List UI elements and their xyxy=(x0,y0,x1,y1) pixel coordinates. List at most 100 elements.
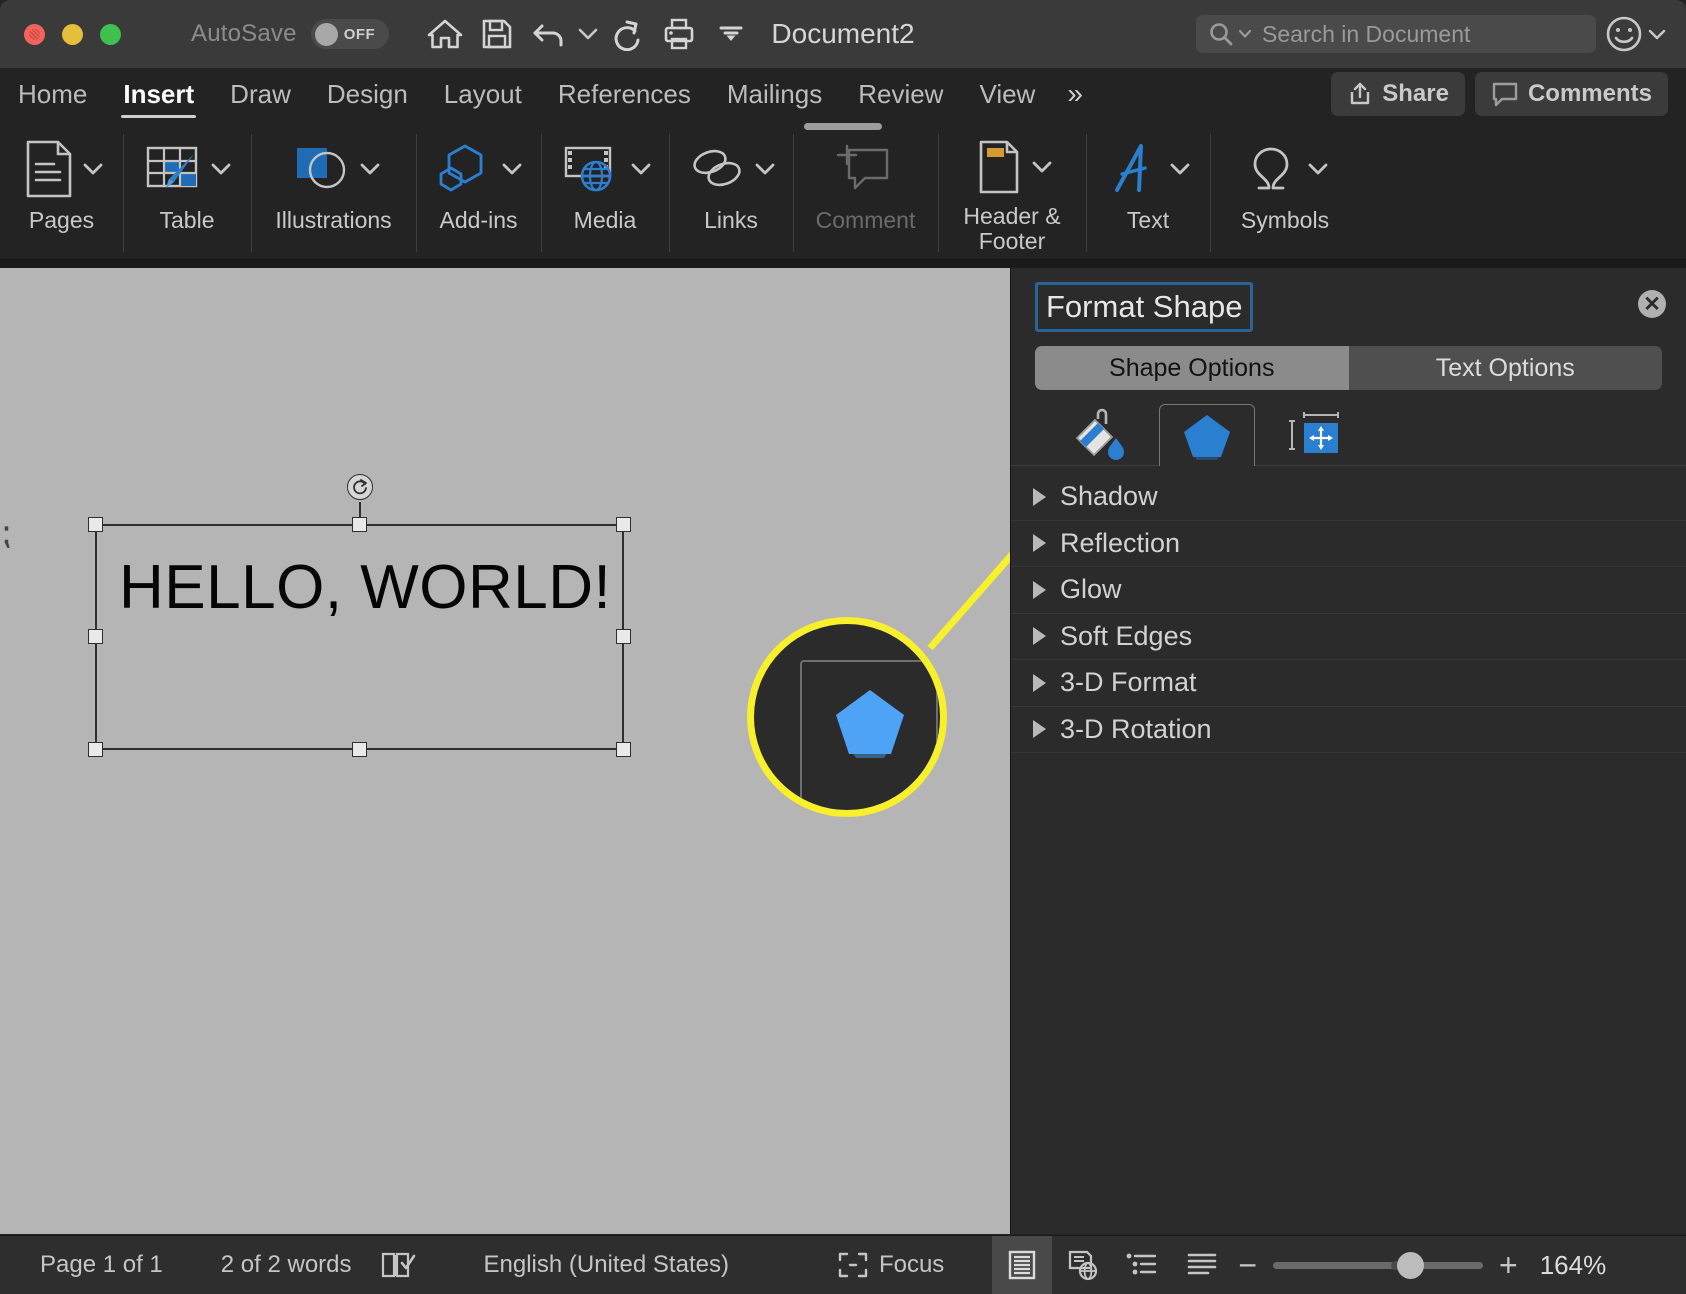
draft-view-icon[interactable] xyxy=(1172,1236,1232,1294)
redo-icon[interactable] xyxy=(601,8,653,60)
proofing-check-icon[interactable] xyxy=(366,1236,430,1294)
text-icon xyxy=(1115,144,1147,192)
chevron-right-icon xyxy=(1033,720,1046,739)
ribbon-group-illustrations[interactable]: Illustrations xyxy=(251,120,416,260)
magnifier-callout xyxy=(747,617,947,817)
tab-home[interactable]: Home xyxy=(0,68,105,120)
pages-icon xyxy=(26,140,71,198)
resize-handle-middle-right[interactable] xyxy=(616,629,631,644)
resize-handle-middle-left[interactable] xyxy=(88,629,103,644)
links-icon xyxy=(693,149,741,187)
close-icon[interactable]: ✕ xyxy=(1638,290,1666,318)
effect-row-reflection[interactable]: Reflection xyxy=(1011,521,1686,567)
quick-access-toolbar xyxy=(419,8,757,60)
ribbon-group-text[interactable]: Text xyxy=(1086,120,1210,260)
comments-button[interactable]: Comments xyxy=(1474,72,1668,116)
chevron-down-icon xyxy=(502,163,521,174)
tab-view[interactable]: View xyxy=(961,68,1053,120)
ribbon-group-media[interactable]: Media xyxy=(541,120,669,260)
zoom-level-label[interactable]: 164% xyxy=(1540,1250,1607,1281)
tab-text-options[interactable]: Text Options xyxy=(1349,346,1663,390)
autosave-state-label: OFF xyxy=(343,25,376,43)
chevron-right-icon xyxy=(1033,673,1046,692)
tab-references[interactable]: References xyxy=(540,68,709,120)
autosave-toggle[interactable]: OFF xyxy=(310,19,389,49)
chevron-down-icon xyxy=(1032,161,1052,173)
ribbon-group-addins[interactable]: Add-ins xyxy=(416,120,541,260)
tab-design[interactable]: Design xyxy=(309,68,426,120)
undo-dropdown-icon[interactable] xyxy=(575,27,601,41)
resize-handle-top-center[interactable] xyxy=(351,517,367,532)
panel-title: Format Shape xyxy=(1035,282,1254,332)
print-icon[interactable] xyxy=(653,8,705,60)
fill-line-icon[interactable] xyxy=(1051,404,1147,466)
page-count[interactable]: Page 1 of 1 xyxy=(26,1236,177,1294)
outline-view-icon[interactable] xyxy=(1112,1236,1172,1294)
minimize-button[interactable] xyxy=(62,23,83,45)
effect-row-3d-rotation[interactable]: 3-D Rotation xyxy=(1011,707,1686,753)
panel-icon-tabs xyxy=(1011,390,1686,466)
text-box-content[interactable]: HELLO, WORLD! xyxy=(119,552,611,623)
undo-icon[interactable] xyxy=(523,8,575,60)
ribbon-group-symbols[interactable]: Symbols xyxy=(1210,120,1360,260)
tab-draw[interactable]: Draw xyxy=(212,68,309,120)
tab-layout[interactable]: Layout xyxy=(426,68,540,120)
chevron-down-icon xyxy=(631,163,651,174)
ribbon-group-comment[interactable]: Comment xyxy=(793,120,938,260)
effect-row-soft-edges[interactable]: Soft Edges xyxy=(1011,614,1686,660)
word-count[interactable]: 2 of 2 words xyxy=(207,1236,366,1294)
language-indicator[interactable]: English (United States) xyxy=(470,1236,743,1294)
effect-row-shadow[interactable]: Shadow xyxy=(1011,474,1686,521)
save-icon[interactable] xyxy=(471,8,523,60)
focus-label: Focus xyxy=(878,1251,945,1278)
effects-pentagon-icon[interactable] xyxy=(1159,404,1255,466)
ribbon-group-pages[interactable]: Pages xyxy=(0,120,123,260)
ribbon-group-header-footer[interactable]: Header & Footer xyxy=(938,120,1086,260)
comments-label: Comments xyxy=(1527,80,1652,107)
share-button[interactable]: Share xyxy=(1331,72,1465,116)
resize-handle-top-right[interactable] xyxy=(616,517,631,532)
customize-toolbar-icon[interactable] xyxy=(705,8,757,60)
search-input[interactable]: Search in Document xyxy=(1196,15,1596,53)
ribbon-group-label: Pages xyxy=(28,207,95,233)
tab-review[interactable]: Review xyxy=(840,68,961,120)
tab-shape-options[interactable]: Shape Options xyxy=(1035,346,1349,390)
search-scope-chevron-icon xyxy=(1238,29,1252,38)
zoom-slider-knob[interactable] xyxy=(1397,1251,1424,1279)
selected-text-box[interactable]: HELLO, WORLD! xyxy=(88,474,631,757)
zoom-slider[interactable] xyxy=(1273,1251,1483,1279)
effects-list: Shadow Reflection Glow Soft Edges 3-D Fo… xyxy=(1011,474,1686,753)
rotate-handle[interactable] xyxy=(346,474,373,500)
effect-row-3d-format[interactable]: 3-D Format xyxy=(1011,660,1686,707)
zoom-out-button[interactable]: − xyxy=(1238,1249,1257,1281)
resize-handle-top-left[interactable] xyxy=(88,517,103,532)
title-bar-right: Search in Document xyxy=(1196,14,1666,54)
close-button[interactable] xyxy=(24,23,45,45)
layout-properties-icon[interactable] xyxy=(1267,404,1363,466)
window-controls xyxy=(24,23,121,45)
resize-handle-bottom-right[interactable] xyxy=(616,742,631,757)
word-application-window: AutoSave OFF Document2 Search in Documen… xyxy=(0,0,1686,1294)
autosave-control[interactable]: AutoSave OFF xyxy=(191,19,389,49)
symbols-icon xyxy=(1253,147,1289,190)
effect-label: Shadow xyxy=(1060,481,1158,512)
resize-handle-bottom-center[interactable] xyxy=(351,742,367,757)
tab-overflow-icon[interactable]: » xyxy=(1053,78,1095,110)
web-layout-view-icon[interactable] xyxy=(1052,1236,1112,1294)
zoom-in-button[interactable]: + xyxy=(1499,1249,1518,1281)
home-icon[interactable] xyxy=(419,8,471,60)
comment-icon xyxy=(836,144,888,190)
tab-insert[interactable]: Insert xyxy=(105,68,212,120)
zoom-button[interactable] xyxy=(100,23,121,45)
smiley-face-icon[interactable] xyxy=(1604,14,1666,54)
print-layout-view-icon[interactable] xyxy=(992,1235,1053,1294)
panel-segmented-control: Shape Options Text Options xyxy=(1035,346,1662,390)
ribbon-group-links[interactable]: Links xyxy=(669,120,793,260)
focus-mode-button[interactable]: Focus xyxy=(823,1236,958,1294)
comment-bubble-icon xyxy=(1492,82,1518,107)
ribbon-tab-strip: Home Insert Draw Design Layout Reference… xyxy=(0,68,1686,120)
tab-mailings[interactable]: Mailings xyxy=(709,68,840,120)
effect-row-glow[interactable]: Glow xyxy=(1011,567,1686,614)
resize-handle-bottom-left[interactable] xyxy=(88,742,103,757)
ribbon-group-table[interactable]: Table xyxy=(123,120,251,260)
